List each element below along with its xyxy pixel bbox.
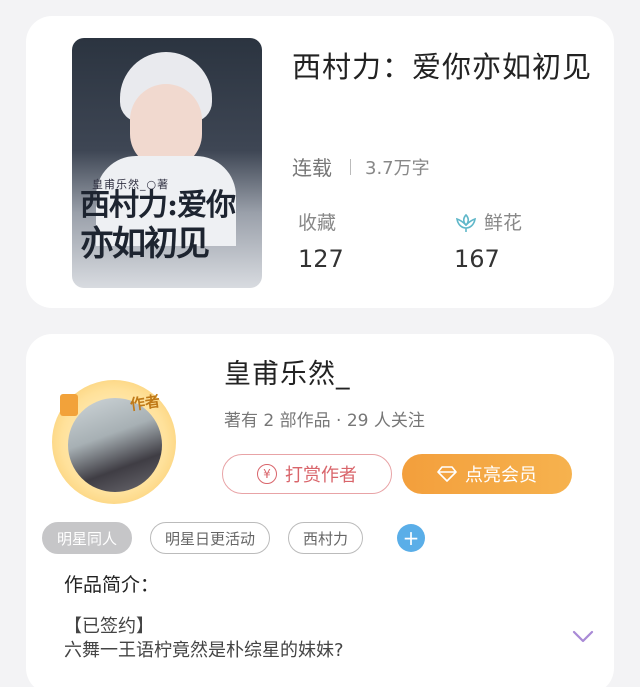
signed-label: 【已签约】 [64, 616, 154, 637]
author-card: 作者 皇甫乐然_ 著有 2 部作品 · 29 人关注 ¥ 打赏作者 点亮会员 明… [26, 334, 614, 687]
tag-item[interactable]: 明星同人 [42, 522, 133, 554]
serial-status: 连载 [292, 156, 332, 180]
tag-item[interactable]: 西村力 [288, 522, 364, 554]
cover-title-line2: 亦如初见 [80, 224, 210, 264]
diamond-icon [437, 466, 457, 482]
yen-icon: ¥ [257, 464, 277, 484]
flowers-label: 鲜花 [484, 212, 523, 234]
book-meta: 连载 3.7万字 [292, 152, 430, 181]
cover-title-line1: 西村力:爱你 [80, 188, 236, 223]
flowers-count: 167 [454, 245, 500, 273]
tag-item[interactable]: 明星日更活动 [150, 522, 271, 554]
author-avatar[interactable]: 作者 [52, 372, 180, 504]
flower-icon [455, 213, 477, 232]
chevron-down-icon[interactable] [572, 630, 594, 644]
avatar-flag-icon [60, 394, 78, 416]
favorites-count: 127 [298, 245, 344, 273]
book-cover-image[interactable]: 皇甫乐然_○著 西村力:爱你 亦如初见 [72, 38, 262, 288]
word-count: 3.7万字 [365, 157, 430, 179]
intro-text: 六舞一王语柠竟然是朴综星的妹妹? [64, 640, 344, 661]
favorites-stat[interactable]: 收藏 127 [298, 208, 344, 273]
intro-heading: 作品简介： [64, 574, 160, 596]
author-name[interactable]: 皇甫乐然_ [224, 352, 351, 391]
flowers-label-row: 鲜花 [454, 208, 522, 235]
book-info-card: 皇甫乐然_○著 西村力:爱你 亦如初见 西村力：爱你亦如初见 连载 3.7万字 … [26, 16, 614, 308]
author-meta: 著有 2 部作品 · 29 人关注 [224, 411, 425, 431]
book-title: 西村力：爱你亦如初见 [292, 50, 593, 84]
reward-author-label: 打赏作者 [285, 465, 357, 486]
favorites-label: 收藏 [298, 212, 337, 234]
activate-vip-button[interactable]: 点亮会员 [402, 454, 572, 494]
tag-list: 明星同人 明星日更活动 西村力 + [42, 522, 426, 554]
reward-author-button[interactable]: ¥ 打赏作者 [222, 454, 392, 494]
activate-vip-label: 点亮会员 [465, 465, 537, 486]
author-badge: 作者 [128, 391, 162, 414]
meta-divider [350, 158, 351, 175]
add-tag-icon[interactable]: + [397, 524, 426, 552]
flowers-stat[interactable]: 鲜花 167 [454, 208, 522, 273]
